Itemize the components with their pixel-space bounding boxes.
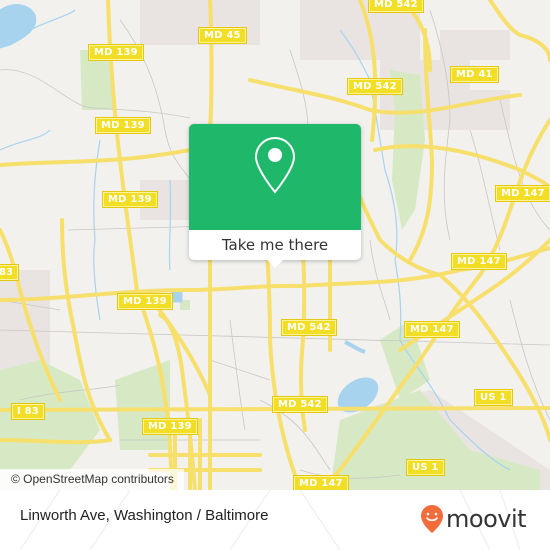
map-view[interactable]: MD 542 MD 45 MD 41 MD 139 MD 542 MD 139 …	[0, 0, 550, 490]
road-shield-md139: MD 139	[117, 293, 173, 310]
popup-header	[189, 124, 361, 230]
road-shield-us1: US 1	[474, 389, 513, 406]
road-shield-md147: MD 147	[451, 253, 507, 270]
map-pin-icon	[254, 136, 296, 194]
road-shield-md139: MD 139	[95, 117, 151, 134]
road-shield-md139: MD 139	[88, 44, 144, 61]
road-shield-md147: MD 147	[495, 185, 550, 202]
location-title: Linworth Ave, Washington / Baltimore	[20, 507, 269, 524]
destination-popup[interactable]: Take me there	[189, 124, 361, 268]
road-shield-md41: MD 41	[450, 66, 499, 83]
road-shield-md139: MD 139	[142, 418, 198, 435]
take-me-there-button[interactable]: Take me there	[189, 230, 361, 260]
footer-bar: Linworth Ave, Washington / Baltimore moo…	[0, 490, 550, 550]
moovit-logo[interactable]: moovit	[420, 502, 527, 536]
road-shield-md542: MD 542	[347, 78, 403, 95]
road-shield-md45: MD 45	[198, 27, 247, 44]
popup-pointer	[266, 259, 284, 268]
road-shield-md542: MD 542	[272, 396, 328, 413]
road-shield-md542: MD 542	[281, 319, 337, 336]
road-shield-us1: US 1	[406, 459, 445, 476]
road-shield-md147: MD 147	[404, 321, 460, 338]
moovit-pin-icon	[421, 505, 443, 533]
road-shield-md542: MD 542	[368, 0, 424, 13]
road-shield-md139: MD 139	[102, 191, 158, 208]
moovit-wordmark: moovit	[446, 505, 527, 533]
road-shield-i83: 83	[0, 264, 20, 281]
road-shield-md147: MD 147	[293, 475, 349, 490]
road-shield-i83: I 83	[11, 403, 45, 420]
map-attribution[interactable]: © OpenStreetMap contributors	[0, 469, 184, 490]
